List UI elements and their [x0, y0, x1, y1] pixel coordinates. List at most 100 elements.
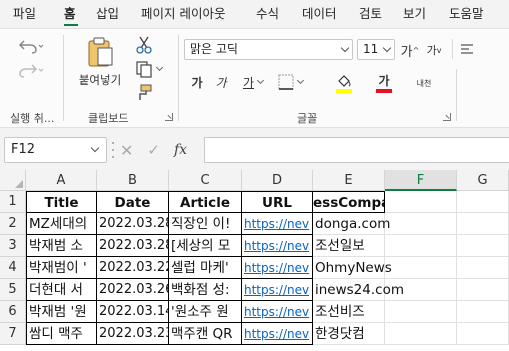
- tab-help[interactable]: 도움말: [449, 4, 484, 24]
- url-cell[interactable]: https://nev: [242, 257, 313, 279]
- format-painter-button[interactable]: [133, 83, 155, 103]
- header-cell[interactable]: URL: [242, 191, 313, 213]
- formula-bar-resize-handle[interactable]: [112, 142, 115, 158]
- insert-function-icon[interactable]: fx: [174, 142, 187, 158]
- empty-cell[interactable]: [385, 301, 457, 323]
- header-cell[interactable]: Title: [26, 191, 97, 213]
- fill-color-button[interactable]: [326, 71, 362, 95]
- header-cell[interactable]: Date: [97, 191, 169, 213]
- title-cell[interactable]: 박재범 소: [26, 235, 97, 257]
- url-cell[interactable]: https://nev: [242, 279, 313, 301]
- row-header-3[interactable]: 3: [0, 235, 26, 257]
- empty-cell[interactable]: [385, 213, 457, 235]
- title-cell[interactable]: 박재범이 ': [26, 257, 97, 279]
- grow-font-button[interactable]: 가 ^: [400, 39, 420, 61]
- empty-cell[interactable]: [457, 191, 509, 213]
- tab-home[interactable]: 홈: [64, 4, 76, 24]
- title-cell[interactable]: 쌈디 맥주: [26, 323, 97, 345]
- empty-cell[interactable]: [457, 301, 509, 323]
- copy-icon: [135, 61, 152, 78]
- column-header-e[interactable]: E: [313, 170, 385, 191]
- tab-file[interactable]: 파일: [13, 4, 36, 24]
- date-cell[interactable]: 2022.03.14: [97, 301, 169, 323]
- column-header-g[interactable]: G: [457, 170, 509, 191]
- font-color-button[interactable]: 가: [366, 71, 402, 95]
- row-header-6[interactable]: 6: [0, 301, 26, 323]
- tab-data[interactable]: 데이터: [302, 4, 337, 24]
- title-cell[interactable]: MZ세대의: [26, 213, 97, 235]
- article-cell[interactable]: 맥주캔 QR: [169, 323, 242, 345]
- header-cell[interactable]: Article: [169, 191, 242, 213]
- column-header-a[interactable]: A: [26, 170, 97, 191]
- date-cell[interactable]: 2022.03.28: [97, 235, 169, 257]
- article-cell[interactable]: 직장인 이!: [169, 213, 242, 235]
- header-cell[interactable]: essCompany: [313, 191, 385, 213]
- empty-cell[interactable]: [457, 279, 509, 301]
- undo-button[interactable]: [16, 35, 46, 57]
- press-company-cell[interactable]: 조선일보: [313, 235, 385, 257]
- press-company-cell[interactable]: 조선비즈: [313, 301, 385, 323]
- enter-icon[interactable]: ✓: [147, 141, 160, 159]
- date-cell[interactable]: 2022.03.28: [97, 213, 169, 235]
- clipboard-dialog-launcher-icon[interactable]: [165, 113, 173, 121]
- cancel-icon[interactable]: ✕: [120, 141, 133, 160]
- press-company-cell[interactable]: OhmyNews: [313, 257, 392, 279]
- phonetic-guide-button[interactable]: 내천: [410, 71, 438, 95]
- paste-button[interactable]: 붙여넣기: [72, 33, 128, 91]
- column-header-d[interactable]: D: [242, 170, 313, 191]
- row-header-5[interactable]: 5: [0, 279, 26, 301]
- date-cell[interactable]: 2022.03.26: [97, 279, 169, 301]
- column-header-c[interactable]: C: [169, 170, 242, 191]
- date-cell[interactable]: 2022.03.23: [97, 323, 169, 345]
- press-company-cell[interactable]: donga.com: [313, 213, 390, 235]
- article-cell[interactable]: [세상의 모: [169, 235, 242, 257]
- tab-review[interactable]: 검토: [359, 4, 382, 24]
- empty-cell[interactable]: [457, 323, 509, 345]
- redo-button[interactable]: [16, 59, 46, 81]
- empty-cell[interactable]: [385, 257, 457, 279]
- bold-button[interactable]: 가: [188, 71, 206, 93]
- font-dialog-launcher-icon[interactable]: [443, 113, 451, 121]
- row-header-2[interactable]: 2: [0, 213, 26, 235]
- empty-cell[interactable]: [385, 191, 457, 213]
- tab-view[interactable]: 보기: [403, 4, 426, 24]
- tab-insert[interactable]: 삽입: [96, 4, 119, 24]
- name-box[interactable]: F12: [4, 137, 107, 163]
- empty-cell[interactable]: [457, 235, 509, 257]
- empty-cell[interactable]: [385, 323, 457, 345]
- column-header-b[interactable]: B: [97, 170, 169, 191]
- empty-cell[interactable]: [457, 257, 509, 279]
- article-cell[interactable]: 백화점 성:: [169, 279, 242, 301]
- undo-group-label: 실행 취...: [10, 112, 55, 125]
- tab-page-layout[interactable]: 페이지 레이아웃: [141, 4, 225, 24]
- tab-formulas[interactable]: 수식: [256, 4, 279, 24]
- formula-input[interactable]: [204, 137, 509, 163]
- article-cell[interactable]: 셀럽 마케': [169, 257, 242, 279]
- press-company-cell[interactable]: 한경닷컴: [313, 323, 385, 345]
- shrink-font-button[interactable]: 가v: [424, 39, 444, 61]
- cut-button[interactable]: [133, 35, 155, 55]
- title-cell[interactable]: 더현대 서: [26, 279, 97, 301]
- column-header-f[interactable]: F: [385, 170, 457, 191]
- font-size-dropdown[interactable]: 11: [357, 39, 395, 60]
- select-all-button[interactable]: [0, 170, 26, 191]
- row-header-1[interactable]: 1: [0, 191, 26, 213]
- url-cell[interactable]: https://nev: [242, 323, 313, 345]
- underline-button[interactable]: 가: [238, 71, 268, 93]
- press-company-cell[interactable]: inews24.com: [313, 279, 404, 301]
- borders-button[interactable]: [272, 71, 308, 93]
- article-cell[interactable]: '원소주 원: [169, 301, 242, 323]
- url-cell[interactable]: https://nev: [242, 213, 313, 235]
- title-cell[interactable]: 박재범 '원: [26, 301, 97, 323]
- empty-cell[interactable]: [457, 213, 509, 235]
- row-header-7[interactable]: 7: [0, 323, 26, 345]
- url-cell[interactable]: https://nev: [242, 235, 313, 257]
- italic-button[interactable]: 가: [212, 71, 230, 93]
- copy-button[interactable]: [131, 59, 165, 79]
- url-cell[interactable]: https://nev: [242, 301, 313, 323]
- empty-cell[interactable]: [385, 235, 457, 257]
- font-name-dropdown[interactable]: 맑은 고딕: [184, 39, 353, 60]
- row-header-4[interactable]: 4: [0, 257, 26, 279]
- align-left-button[interactable]: [460, 39, 500, 61]
- date-cell[interactable]: 2022.03.22: [97, 257, 169, 279]
